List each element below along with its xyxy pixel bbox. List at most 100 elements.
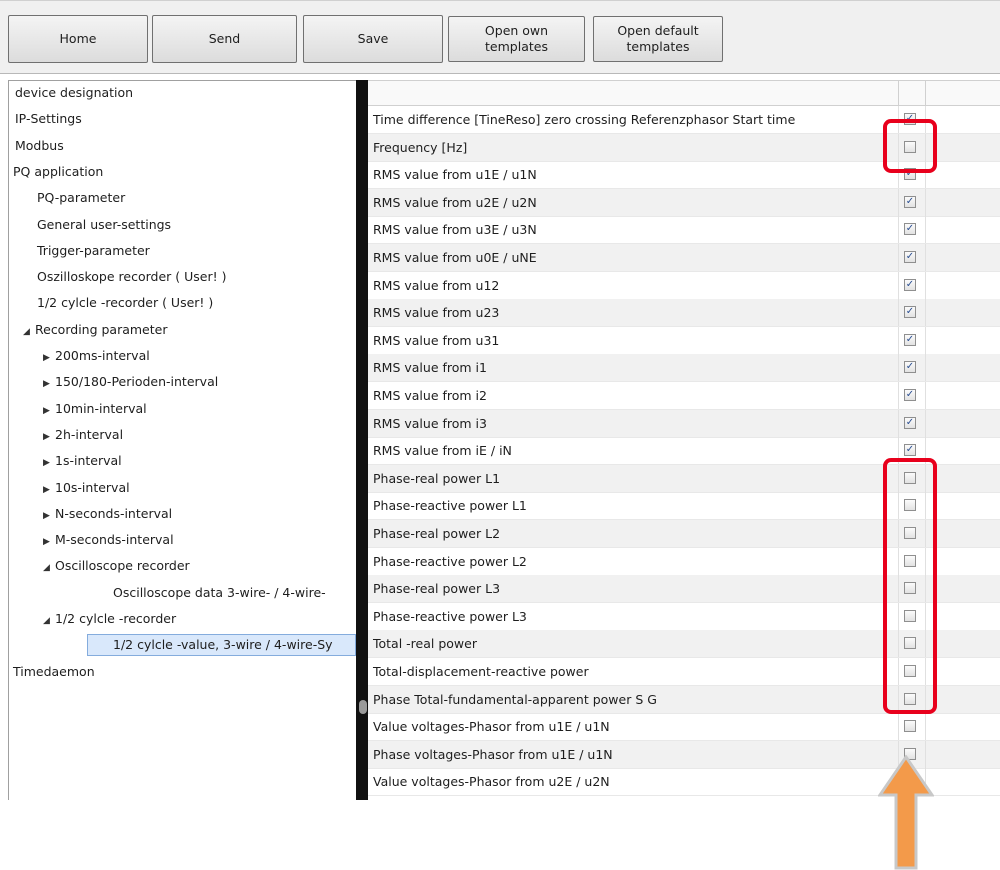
triangle-right-icon[interactable]: ▶ bbox=[43, 479, 55, 501]
grid-row[interactable]: RMS value from u31 ✓ bbox=[368, 326, 1000, 355]
tree-item-label: 10s-interval bbox=[55, 479, 130, 495]
grid-row-label: Time difference [TineReso] zero crossing… bbox=[373, 112, 796, 127]
tree-item-label: M-seconds-interval bbox=[55, 532, 174, 548]
triangle-down-icon[interactable]: ◢ bbox=[43, 557, 55, 579]
open-own-templates-label: Open own templates bbox=[485, 23, 548, 55]
tree-item-label: 1s-interval bbox=[55, 453, 122, 469]
tree-item-label: 2h-interval bbox=[55, 426, 124, 442]
grid-row[interactable]: RMS value from u23 ✓ bbox=[368, 299, 1000, 328]
tree-item[interactable]: General user-settings bbox=[37, 214, 171, 236]
tree-item[interactable]: Modbus bbox=[15, 135, 64, 157]
open-own-line1: Open own bbox=[484, 23, 549, 38]
row-checkbox[interactable] bbox=[904, 720, 916, 733]
checkmark-icon: ✓ bbox=[905, 195, 915, 207]
open-default-templates-button[interactable]: Open default templates bbox=[593, 16, 723, 62]
row-checkbox[interactable]: ✓ bbox=[904, 333, 916, 346]
triangle-right-icon[interactable]: ▶ bbox=[43, 400, 55, 422]
row-checkbox[interactable]: ✓ bbox=[904, 251, 916, 263]
grid-row-label: RMS value from u0E / uNE bbox=[373, 250, 537, 265]
grid-row[interactable]: RMS value from u12 ✓ bbox=[368, 271, 1000, 300]
open-default-line2: templates bbox=[626, 39, 690, 54]
triangle-right-icon[interactable]: ▶ bbox=[43, 452, 55, 474]
highlight-frequency-checkbox bbox=[883, 119, 937, 173]
tree-item-label: Timedaemon bbox=[13, 663, 95, 679]
grid-row[interactable]: RMS value from i2 ✓ bbox=[368, 382, 1000, 410]
tree-item[interactable]: device designation bbox=[15, 82, 133, 104]
open-own-templates-button[interactable]: Open own templates bbox=[448, 16, 585, 62]
tree-item-label: IP-Settings bbox=[15, 111, 82, 127]
home-button[interactable]: Home bbox=[8, 15, 148, 63]
grid-header-check-column[interactable] bbox=[898, 81, 926, 105]
tree-item[interactable]: ◢ 1/2 cylcle -recorder bbox=[43, 608, 176, 630]
splitter-grip[interactable] bbox=[359, 700, 367, 714]
send-button[interactable]: Send bbox=[152, 15, 297, 63]
row-checkbox[interactable]: ✓ bbox=[904, 444, 916, 457]
grid-row-label: Total-displacement-reactive power bbox=[373, 664, 589, 679]
tree-item[interactable]: ◢ Oscilloscope recorder bbox=[43, 555, 190, 577]
tree-item[interactable]: ▶ M-seconds-interval bbox=[43, 529, 174, 551]
tree-item[interactable]: ▶ 10s-interval bbox=[43, 477, 130, 499]
save-label: Save bbox=[357, 31, 389, 46]
grid-row[interactable]: Value voltages-Phasor from u1E / u1N bbox=[368, 713, 1000, 742]
tree-item-label: Oscilloscope recorder bbox=[55, 558, 190, 574]
triangle-right-icon[interactable]: ▶ bbox=[43, 531, 55, 553]
home-label: Home bbox=[59, 31, 97, 46]
tree-item[interactable]: Oszilloskope recorder ( User! ) bbox=[37, 266, 226, 288]
triangle-down-icon[interactable]: ◢ bbox=[23, 321, 35, 343]
row-checkbox[interactable]: ✓ bbox=[904, 361, 916, 374]
tree-item[interactable]: IP-Settings bbox=[15, 108, 82, 130]
grid-row-label: Phase-real power L1 bbox=[373, 470, 501, 486]
row-checkbox[interactable]: ✓ bbox=[904, 389, 916, 401]
tree-item[interactable]: Trigger-parameter bbox=[37, 240, 150, 262]
row-checkbox[interactable]: ✓ bbox=[904, 278, 916, 291]
grid-row-label: Phase-reactive power L1 bbox=[373, 498, 527, 514]
up-arrow-icon bbox=[878, 755, 934, 870]
tree-item-label: Oscilloscope data 3-wire- / 4-wire- bbox=[113, 584, 326, 600]
row-checkbox[interactable]: ✓ bbox=[904, 195, 916, 208]
triangle-down-icon[interactable]: ◢ bbox=[43, 610, 55, 632]
grid-row[interactable]: RMS value from i3 ✓ bbox=[368, 409, 1000, 438]
tree-item[interactable]: ▶ 2h-interval bbox=[43, 424, 123, 446]
checkmark-icon: ✓ bbox=[905, 306, 915, 318]
triangle-right-icon[interactable]: ▶ bbox=[43, 373, 55, 395]
tree-item[interactable]: ◢PQ application bbox=[9, 161, 103, 183]
tree-item-label: 1/2 cylcle -value, 3-wire / 4-wire-Sy bbox=[113, 637, 333, 653]
tree-item-label: 150/180-Perioden-interval bbox=[55, 374, 219, 390]
triangle-right-icon[interactable]: ▶ bbox=[43, 505, 55, 527]
tree-item[interactable]: 1/2 cylcle -value, 3-wire / 4-wire-Sy bbox=[87, 634, 356, 657]
grid-row-label: Phase-real power L2 bbox=[373, 526, 501, 541]
app-window: Home Send Save Open own templates Open d… bbox=[0, 0, 1000, 800]
tree-item[interactable]: Oscilloscope data 3-wire- / 4-wire- bbox=[113, 582, 326, 604]
tree-item[interactable]: ◢ Recording parameter bbox=[23, 319, 167, 341]
checkmark-icon: ✓ bbox=[905, 278, 915, 290]
tree-item[interactable]: ▶ 200ms-interval bbox=[43, 345, 150, 367]
tree-item[interactable]: 1/2 cylcle -recorder ( User! ) bbox=[37, 292, 213, 314]
save-button[interactable]: Save bbox=[303, 15, 443, 63]
tree-item[interactable]: ▶Timedaemon bbox=[9, 661, 95, 683]
tree-item[interactable]: ▶ 1s-interval bbox=[43, 450, 122, 472]
grid-row[interactable]: RMS value from u0E / uNE ✓ bbox=[368, 244, 1000, 272]
grid-row-label: Phase voltages-Phasor from u1E / u1N bbox=[373, 746, 613, 762]
tree-item-label: 200ms-interval bbox=[55, 348, 150, 363]
checkmark-icon: ✓ bbox=[905, 444, 915, 456]
triangle-right-icon[interactable]: ▶ bbox=[43, 347, 55, 369]
tree-item-label: Modbus bbox=[15, 137, 64, 153]
grid-row[interactable]: RMS value from u3E / u3N ✓ bbox=[368, 216, 1000, 245]
row-checkbox[interactable]: ✓ bbox=[904, 416, 916, 429]
grid-row-label: RMS value from i3 bbox=[373, 415, 487, 431]
tree-item[interactable]: PQ-parameter bbox=[37, 187, 125, 209]
row-checkbox[interactable]: ✓ bbox=[904, 306, 916, 319]
grid-row[interactable]: RMS value from u2E / u2N ✓ bbox=[368, 188, 1000, 217]
row-checkbox[interactable]: ✓ bbox=[904, 223, 916, 236]
tree-item-label: PQ-parameter bbox=[37, 190, 126, 206]
grid-row-label: RMS value from i2 bbox=[373, 388, 487, 403]
grid-row[interactable]: RMS value from i1 ✓ bbox=[368, 354, 1000, 383]
triangle-right-icon[interactable]: ▶ bbox=[43, 426, 55, 448]
tree-item[interactable]: ▶ 150/180-Perioden-interval bbox=[43, 371, 218, 393]
send-label: Send bbox=[208, 31, 241, 46]
checkmark-icon: ✓ bbox=[905, 416, 915, 428]
tree-item[interactable]: ▶ 10min-interval bbox=[43, 398, 147, 420]
panel-splitter[interactable] bbox=[356, 80, 368, 800]
tree-item[interactable]: ▶ N-seconds-interval bbox=[43, 503, 172, 525]
grid-row-label: RMS value from u31 bbox=[373, 332, 500, 348]
